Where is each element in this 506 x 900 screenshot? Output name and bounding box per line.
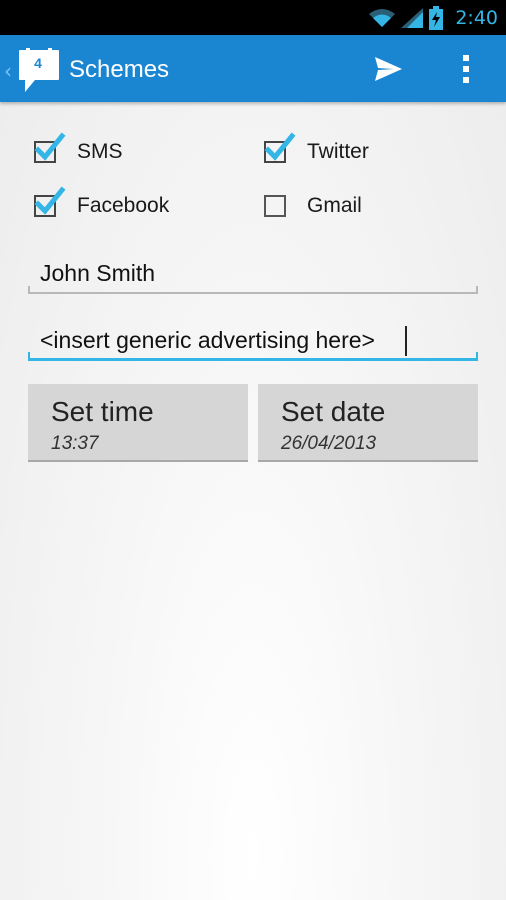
recipient-input[interactable] <box>28 250 478 296</box>
checkbox-facebook[interactable]: Facebook <box>34 186 214 226</box>
checkmark-icon <box>264 132 296 161</box>
recipient-underline <box>28 286 478 294</box>
text-cursor <box>405 326 407 356</box>
wifi-icon <box>369 8 396 27</box>
overflow-menu-icon <box>463 55 469 61</box>
up-navigation-icon[interactable]: ‹ <box>4 59 12 83</box>
set-date-button[interactable]: Set date 26/04/2013 <box>258 384 478 462</box>
action-bar: ‹ 4 Schemes <box>0 35 506 102</box>
checkbox-label: Facebook <box>77 194 170 217</box>
app-logo[interactable]: 4 <box>17 48 63 94</box>
checkbox-label: Twitter <box>307 140 369 163</box>
checkmark-icon <box>34 186 66 215</box>
signal-icon <box>401 7 424 28</box>
overflow-menu-button[interactable] <box>452 51 480 87</box>
status-bar: 2:40 <box>0 0 506 35</box>
checkbox-twitter[interactable]: Twitter <box>264 132 424 172</box>
set-time-button[interactable]: Set time 13:37 <box>28 384 248 462</box>
selected-time: 13:37 <box>51 433 99 454</box>
selected-date: 26/04/2013 <box>281 433 377 454</box>
checkbox-sms[interactable]: SMS <box>34 132 194 172</box>
checkbox-box <box>264 195 286 217</box>
checkbox-label: SMS <box>77 140 123 163</box>
status-time: 2:40 <box>455 6 498 29</box>
set-time-label: Set time <box>51 396 154 427</box>
send-button[interactable] <box>368 53 408 85</box>
set-date-label: Set date <box>281 396 386 427</box>
message-input[interactable] <box>28 317 478 363</box>
page-title: Schemes <box>69 56 170 83</box>
message-underline <box>28 352 478 361</box>
logo-badge-number: 4 <box>34 55 42 71</box>
checkmark-icon <box>34 132 66 161</box>
checkbox-gmail[interactable]: Gmail <box>264 192 424 226</box>
battery-charging-icon <box>429 5 444 30</box>
send-icon <box>375 57 402 81</box>
checkbox-label: Gmail <box>307 194 362 217</box>
